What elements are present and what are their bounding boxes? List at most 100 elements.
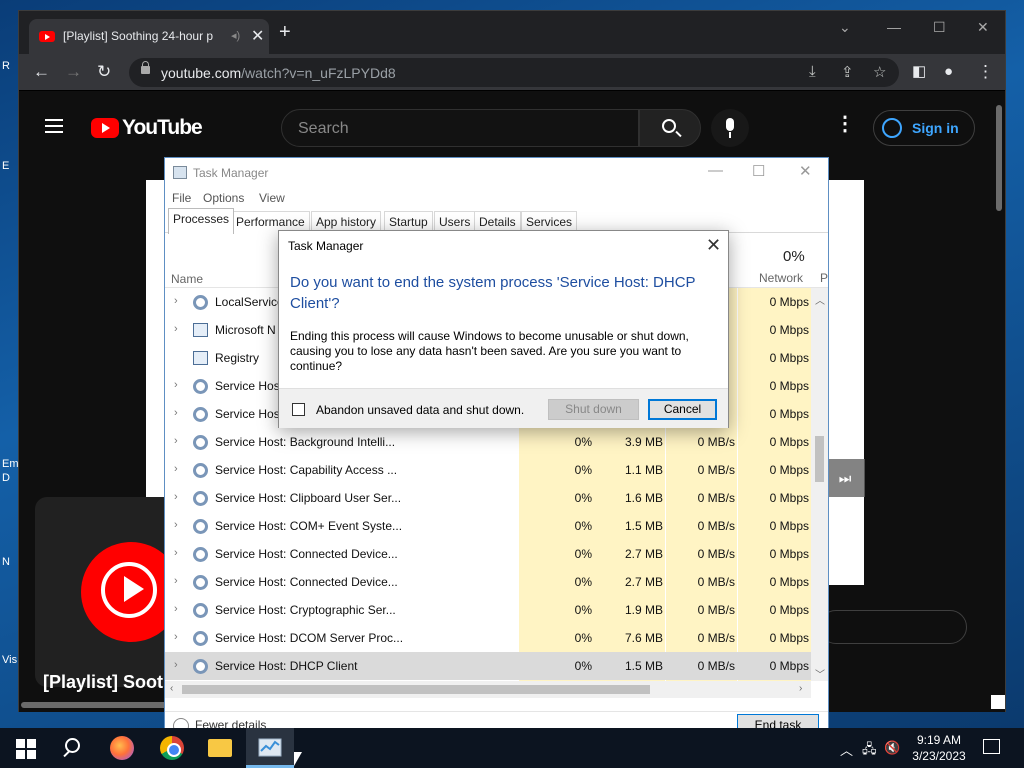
expand-chevron-icon[interactable]: › [174,631,178,643]
taskbar-search-icon[interactable] [62,736,86,760]
process-list-vscrollbar[interactable]: ︿ ﹀ [811,288,828,681]
table-row[interactable]: › Service Host: Capability Access ... 0% 1.… [165,456,811,484]
tab-search-icon[interactable]: ⌄ [839,19,851,36]
task-manager-taskbar-icon[interactable] [256,734,284,762]
comment-input[interactable] [819,610,967,644]
install-icon[interactable]: ⤓ [809,63,816,80]
url-text[interactable]: youtube.com/watch?v=n_uFzLPYDd8 [161,65,396,81]
settings-menu-icon[interactable]: ⋮ [835,114,855,134]
minimize-icon[interactable]: — [708,162,723,179]
desktop-icon-label[interactable]: R [2,60,10,72]
expand-chevron-icon[interactable]: › [174,323,178,335]
expand-chevron-icon[interactable]: › [174,603,178,615]
table-row[interactable]: › Service Host: Background Intelli... 0% 3.… [165,428,811,456]
volume-muted-icon[interactable]: 🔇 [884,740,900,756]
table-row[interactable]: › Service Host: DHCP Client 0% 1.5 MB 0 MB/s… [165,652,811,680]
maximize-icon[interactable]: ☐ [933,19,946,36]
column-name[interactable]: Name [171,272,203,286]
hamburger-menu-icon[interactable] [45,119,63,133]
bookmark-star-icon[interactable]: ☆ [873,63,886,81]
menu-view[interactable]: View [259,191,285,205]
desktop-icon-label[interactable]: D [2,472,10,484]
column-network[interactable]: Network [759,271,803,285]
process-disk: 0 MB/s [697,603,735,617]
playlist-card-title[interactable]: [Playlist] Soot [43,672,163,693]
table-row[interactable]: › Service Host: Connected Device... 0% 2.7 … [165,568,811,596]
expand-chevron-icon[interactable]: › [174,491,178,503]
table-row[interactable]: › Service Host: Cryptographic Ser... 0% 1.9… [165,596,811,624]
network-icon[interactable]: 🖧 [862,740,877,762]
menu-options[interactable]: Options [203,191,244,205]
close-icon[interactable]: ✕ [799,162,812,180]
side-panel-icon[interactable]: ◧ [912,62,926,82]
share-icon[interactable]: ⇪ [841,63,854,81]
shut-down-button[interactable]: Shut down [548,399,639,420]
task-manager-titlebar[interactable]: Task Manager — ☐ ✕ [165,158,828,187]
expand-chevron-icon[interactable]: › [174,575,178,587]
table-row[interactable]: › Service Host: Clipboard User Ser... 0% 1.… [165,484,811,512]
table-row[interactable]: › Service Host: DCOM Server Proc... 0% 7.6 … [165,624,811,652]
back-icon[interactable]: ← [33,62,50,82]
tab-processes[interactable]: Processes [168,208,235,234]
vertical-scroll-thumb[interactable] [815,436,824,482]
reload-icon[interactable]: ↻ [97,62,111,82]
expand-chevron-icon[interactable]: › [174,379,178,391]
next-video-icon[interactable]: ⏭ [825,459,865,497]
windows-start-icon[interactable] [14,736,38,760]
browser-tab[interactable]: [Playlist] Soothing 24-hour p ◂) ✕ [29,19,269,54]
youtube-logo-text[interactable]: YouTube [122,116,203,140]
scroll-down-icon[interactable]: ﹀ [815,666,825,681]
tab-close-icon[interactable]: ✕ [251,26,264,46]
search-button[interactable] [639,109,701,147]
expand-chevron-icon[interactable]: › [174,519,178,531]
gear-icon [193,547,208,562]
notification-center-icon[interactable] [983,739,1000,754]
file-explorer-icon[interactable] [208,739,232,757]
desktop-icon-label[interactable]: Em [2,458,19,470]
youtube-logo-icon[interactable] [91,118,119,138]
checkbox-label[interactable]: Abandon unsaved data and shut down. [316,403,524,417]
desktop-icon-label[interactable]: N [2,556,10,568]
chrome-icon[interactable] [160,736,184,760]
expand-chevron-icon[interactable]: › [174,295,178,307]
show-hidden-icons-icon[interactable]: ︿ [840,740,853,759]
sign-in-button[interactable]: Sign in [873,110,975,146]
system-clock[interactable]: 9:19 AM 3/23/2023 [908,732,970,764]
expand-chevron-icon[interactable]: › [174,407,178,419]
process-list-hscrollbar[interactable]: ‹ › [165,681,811,698]
close-icon[interactable]: ✕ [706,235,721,256]
expand-chevron-icon[interactable]: › [174,547,178,559]
lock-icon[interactable] [141,61,150,74]
expand-chevron-icon[interactable]: › [174,463,178,475]
audio-playing-icon[interactable]: ◂) [231,29,240,42]
cancel-button[interactable]: Cancel [648,399,717,420]
menu-file[interactable]: File [172,191,191,205]
scroll-left-icon[interactable]: ‹ [170,683,173,694]
expand-chevron-icon[interactable]: › [174,659,178,671]
close-window-icon[interactable]: ✕ [977,19,989,36]
maximize-icon[interactable]: ☐ [752,162,765,180]
column-power[interactable]: P [820,271,828,285]
scroll-up-icon[interactable]: ︿ [815,292,825,307]
new-tab-button[interactable]: + [279,22,291,42]
desktop-icon-label[interactable]: Vis [2,654,17,666]
desktop-icon-label[interactable]: E [2,160,9,172]
search-input[interactable]: Search [281,109,639,147]
forward-icon[interactable]: → [65,62,82,82]
minimize-icon[interactable]: — [887,19,901,35]
firefox-icon[interactable] [110,736,134,760]
process-mem: 1.5 MB [624,659,663,673]
process-disk: 0 MB/s [697,463,735,477]
network-percent[interactable]: 0% [783,248,805,265]
voice-search-button[interactable] [711,109,749,147]
profile-icon[interactable]: ● [944,62,953,82]
scroll-right-icon[interactable]: › [799,683,802,694]
page-scrollbar[interactable] [996,105,1002,211]
expand-chevron-icon[interactable]: › [174,435,178,447]
table-row[interactable]: › Service Host: COM+ Event Syste... 0% 1.5 … [165,512,811,540]
abandon-data-checkbox[interactable] [292,403,305,416]
horizontal-scroll-thumb[interactable] [182,685,650,694]
address-bar[interactable]: youtube.com/watch?v=n_uFzLPYDd8 ⤓ ⇪ ☆ [129,58,899,87]
table-row[interactable]: › Service Host: Connected Device... 0% 2.7 … [165,540,811,568]
chrome-menu-icon[interactable]: ⋮ [977,62,994,82]
